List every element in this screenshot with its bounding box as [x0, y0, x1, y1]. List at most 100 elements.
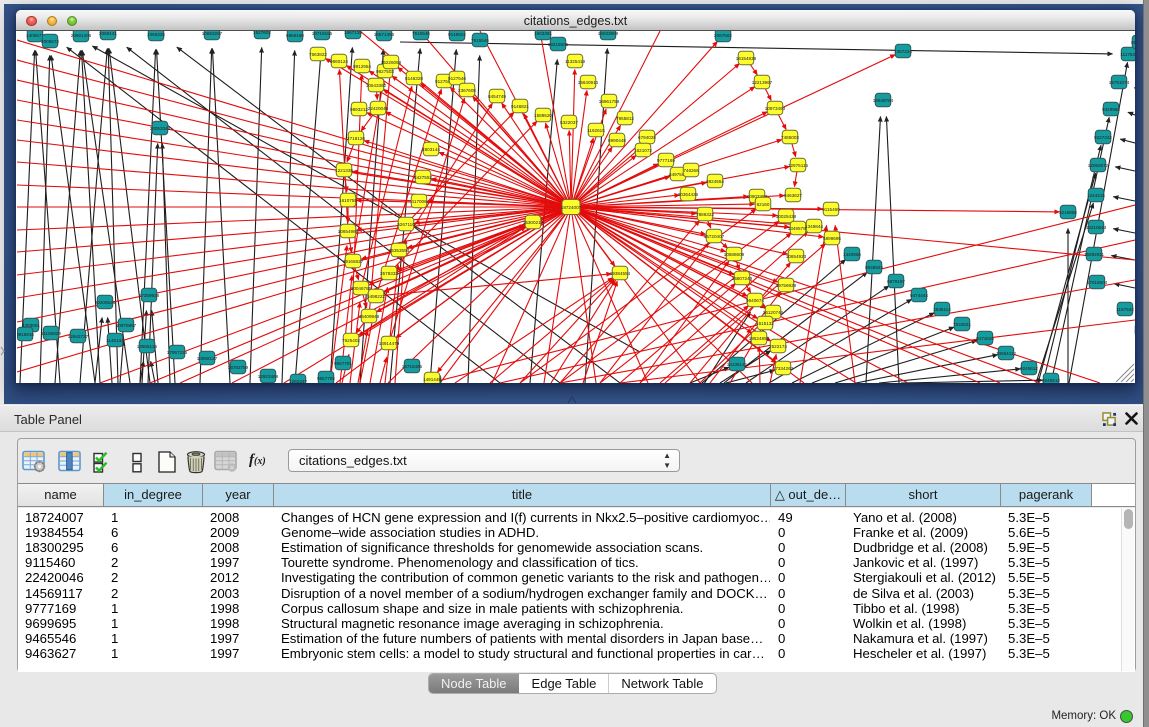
svg-text:8990448: 8990448	[608, 138, 626, 143]
svg-text:11325419: 11325419	[565, 59, 586, 64]
svg-text:5498222: 5498222	[367, 294, 385, 299]
svg-text:19756928: 19756928	[776, 283, 797, 288]
svg-text:9146822: 9146822	[448, 32, 466, 37]
svg-text:10654985: 10654985	[338, 229, 359, 234]
svg-text:9463627: 9463627	[784, 193, 802, 198]
svg-text:10975887: 10975887	[116, 323, 137, 328]
svg-text:16671355: 16671355	[374, 32, 395, 37]
svg-text:12213967: 12213967	[752, 80, 773, 85]
svg-text:15751074: 15751074	[1109, 80, 1130, 85]
svg-text:1162615: 1162615	[587, 128, 605, 133]
svg-text:12923468: 12923468	[258, 374, 279, 379]
svg-text:16782759: 16782759	[228, 365, 249, 370]
svg-text:15716485: 15716485	[402, 364, 423, 369]
svg-text:2718126: 2718126	[347, 136, 365, 141]
svg-text:16648784: 16648784	[873, 98, 894, 103]
svg-text:17016504: 17016504	[1087, 280, 1108, 285]
svg-text:14136141: 14136141	[727, 362, 748, 367]
svg-text:19218506: 19218506	[548, 42, 569, 47]
svg-text:15409948: 15409948	[359, 314, 380, 319]
svg-text:12942737: 12942737	[68, 334, 89, 339]
svg-text:417006: 417006	[411, 199, 427, 204]
svg-text:7663822: 7663822	[309, 52, 327, 57]
svg-text:1588520: 1588520	[534, 113, 552, 118]
svg-text:7955812: 7955812	[616, 116, 634, 121]
svg-text:10654923: 10654923	[786, 254, 807, 259]
svg-text:6966160: 6966160	[286, 33, 304, 38]
svg-text:20053346: 20053346	[150, 126, 171, 131]
svg-text:15807249: 15807249	[732, 276, 753, 281]
svg-text:2522174: 2522174	[769, 344, 787, 349]
svg-text:1610755: 1610755	[339, 198, 357, 203]
svg-text:17957225: 17957225	[167, 350, 188, 355]
svg-text:19166827: 19166827	[343, 259, 364, 264]
svg-text:10543362: 10543362	[366, 83, 387, 88]
svg-text:12505135: 12505135	[137, 344, 158, 349]
svg-text:9777169: 9777169	[657, 158, 675, 163]
svg-text:17334263: 17334263	[773, 366, 794, 371]
svg-text:19524851: 19524851	[749, 336, 770, 341]
svg-text:62160: 62160	[757, 202, 770, 207]
svg-text:1167534: 1167534	[1134, 328, 1135, 333]
svg-text:15720407: 15720407	[704, 234, 725, 239]
svg-text:9245613: 9245613	[1042, 378, 1060, 383]
svg-text:6879197: 6879197	[887, 279, 905, 284]
svg-text:2367608: 2367608	[458, 88, 476, 93]
svg-text:3824554: 3824554	[706, 179, 724, 184]
svg-text:7886322: 7886322	[696, 212, 714, 217]
svg-text:9827503: 9827503	[376, 69, 394, 74]
svg-text:9146821: 9146821	[511, 104, 529, 109]
svg-text:1527602: 1527602	[253, 31, 271, 35]
svg-text:10973493: 10973493	[765, 106, 786, 111]
svg-text:16120746: 16120746	[763, 310, 784, 315]
svg-text:9893212: 9893212	[350, 107, 368, 112]
svg-text:8813054: 8813054	[1131, 40, 1135, 45]
svg-text:1167533: 1167533	[1116, 307, 1134, 312]
svg-text:1603381: 1603381	[534, 31, 552, 36]
svg-text:2803144: 2803144	[422, 147, 440, 152]
svg-text:22420046: 22420046	[368, 106, 389, 111]
svg-text:16154838: 16154838	[736, 56, 757, 61]
svg-text:20206526: 20206526	[95, 300, 116, 305]
svg-text:10025438: 10025438	[776, 214, 797, 219]
svg-text:15226058: 15226058	[381, 60, 402, 65]
svg-text:1292347: 1292347	[289, 379, 307, 383]
svg-text:746266: 746266	[683, 168, 699, 173]
svg-text:7515546: 7515546	[471, 38, 489, 43]
svg-text:12975115: 12975115	[788, 163, 809, 168]
svg-text:20364436: 20364436	[678, 192, 699, 197]
svg-text:7357224: 7357224	[894, 49, 912, 54]
svg-text:1491448: 1491448	[423, 377, 441, 382]
svg-text:1440956: 1440956	[843, 252, 861, 257]
svg-text:9915916: 9915916	[17, 332, 34, 337]
svg-text:9474444: 9474444	[910, 293, 928, 298]
svg-text:20691406: 20691406	[71, 33, 92, 38]
svg-text:3578332: 3578332	[380, 271, 398, 276]
svg-text:15300213: 15300213	[523, 220, 544, 225]
svg-text:1244415: 1244415	[1087, 193, 1105, 198]
svg-text:7632621: 7632621	[953, 322, 971, 327]
svg-text:1065326: 1065326	[147, 32, 165, 37]
svg-text:7485003: 7485003	[781, 135, 799, 140]
svg-text:9245612: 9245612	[1020, 366, 1038, 371]
svg-text:7515546: 7515546	[412, 31, 430, 36]
svg-text:9227342: 9227342	[1094, 135, 1112, 140]
svg-text:11156829: 11156829	[41, 331, 61, 336]
svg-text:10654112: 10654112	[996, 351, 1017, 356]
svg-text:2935114: 2935114	[933, 307, 951, 312]
svg-text:9657791: 9657791	[334, 361, 352, 366]
svg-text:2005573: 2005573	[41, 39, 59, 44]
svg-text:8471626: 8471626	[976, 336, 994, 341]
svg-text:10688609: 10688609	[724, 252, 745, 257]
svg-text:9127546: 9127546	[448, 76, 466, 81]
svg-text:9640674: 9640674	[746, 298, 764, 303]
svg-text:6794028: 6794028	[638, 135, 656, 140]
svg-text:14914479: 14914479	[379, 341, 400, 346]
svg-text:9329966: 9329966	[1102, 107, 1120, 112]
svg-text:16210643: 16210643	[1086, 225, 1107, 230]
svg-text:19384554: 19384554	[610, 271, 631, 276]
svg-text:15640910: 15640910	[578, 80, 599, 85]
svg-text:16961758: 16961758	[599, 99, 620, 104]
svg-text:1117532: 1117532	[1120, 52, 1135, 57]
svg-text:10653267: 10653267	[202, 31, 223, 36]
